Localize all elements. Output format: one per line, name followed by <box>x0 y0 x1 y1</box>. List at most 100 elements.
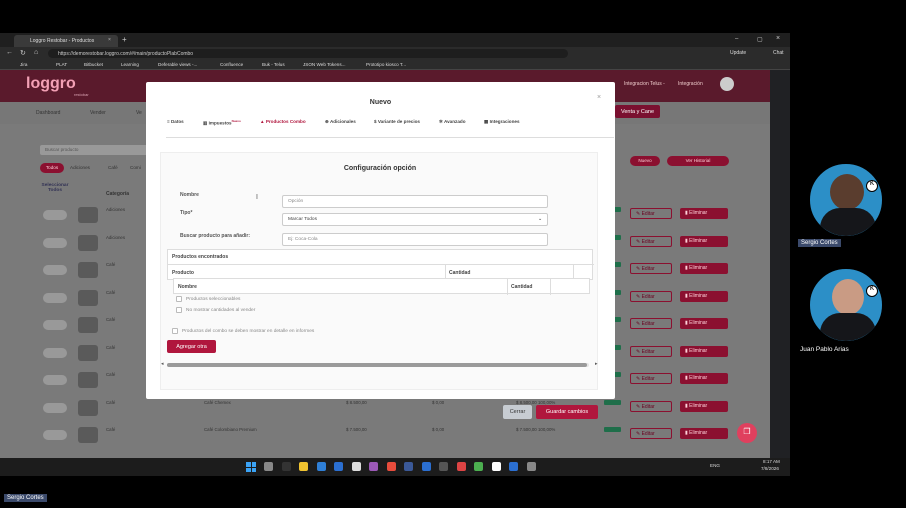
taskbar-app-icon[interactable] <box>421 462 431 471</box>
edit-button[interactable]: ✎ Editar <box>630 428 672 439</box>
maximize-icon[interactable]: ▢ <box>757 36 763 43</box>
selectable-checkbox[interactable] <box>176 296 182 302</box>
row-toggle[interactable] <box>43 237 67 248</box>
edit-button[interactable]: ✎ Editar <box>630 345 672 357</box>
edit-button[interactable]: ✎ Editar <box>630 400 672 412</box>
select-all[interactable]: Seleccionar Todos <box>40 183 70 193</box>
tab-datos[interactable]: ≡ Datos <box>167 119 184 124</box>
tab-productos-combo[interactable]: ▲ Productos Combo <box>260 119 306 124</box>
horizontal-scrollbar[interactable] <box>167 363 589 367</box>
nuevo-button[interactable]: Nuevo <box>630 156 660 166</box>
windows-start-icon[interactable] <box>246 462 256 472</box>
chat-button[interactable]: Chat <box>773 50 784 56</box>
taskbar-app-icon[interactable] <box>509 462 518 471</box>
reload-icon[interactable]: ↻ <box>20 49 26 57</box>
taskbar-app-icon[interactable] <box>386 462 396 471</box>
browser-tab[interactable]: Loggro Restobar - Productos × <box>14 35 118 47</box>
row-toggle[interactable] <box>43 402 67 413</box>
bookmark[interactable]: Learning <box>121 62 139 67</box>
detail-checkbox[interactable] <box>172 328 178 334</box>
nombre-input[interactable]: Opción <box>282 195 548 208</box>
bookmark[interactable]: Jira <box>20 62 27 67</box>
delete-button[interactable]: ▮ Eliminar <box>680 428 728 439</box>
buscar-input[interactable]: Ej: Coca-Cola <box>282 233 548 246</box>
bookmark[interactable]: Deferable views -... <box>158 62 197 67</box>
delete-button[interactable]: ▮ Eliminar <box>680 263 728 274</box>
search-input[interactable]: Buscar producto <box>40 145 150 155</box>
header-link[interactable]: Integracion Telus - <box>624 81 665 87</box>
bookmark[interactable]: Confluence <box>220 62 243 67</box>
taskbar-app-icon[interactable] <box>334 462 343 471</box>
filter-todos[interactable]: Todos <box>40 163 64 173</box>
delete-button[interactable]: ▮ Eliminar <box>680 208 728 219</box>
delete-button[interactable]: ▮ Eliminar <box>680 373 728 384</box>
edit-button[interactable]: ✎ Editar <box>630 208 672 219</box>
url-input[interactable]: https://demorestobar.loggro.com/#/main/p… <box>48 49 568 58</box>
home-icon[interactable]: ⌂ <box>34 49 38 56</box>
taskbar-app-icon[interactable] <box>351 462 361 471</box>
taskbar-app-icon[interactable] <box>316 462 326 471</box>
nav-vender[interactable]: Vender <box>90 110 106 116</box>
bookmark[interactable]: Bitbucket <box>84 62 103 67</box>
bookmark[interactable]: PLAT <box>56 62 67 67</box>
taskbar-app-icon[interactable] <box>456 462 466 471</box>
edit-button[interactable]: ✎ Editar <box>630 263 672 274</box>
row-toggle[interactable] <box>43 430 67 440</box>
filter-cafe[interactable]: Café <box>108 165 118 170</box>
edit-button[interactable]: ✎ Editar <box>630 318 672 329</box>
delete-button[interactable]: ▮ Eliminar <box>680 290 728 302</box>
header-link[interactable]: Integración <box>678 81 703 87</box>
update-button[interactable]: Update <box>730 50 746 56</box>
tab-integraciones[interactable]: ▦ Integraciones <box>484 119 520 125</box>
taskbar-app-icon[interactable] <box>299 462 308 471</box>
minimize-icon[interactable]: – <box>735 36 738 42</box>
taskbar-app-icon[interactable] <box>369 462 378 471</box>
row-toggle[interactable] <box>43 210 67 220</box>
nav-dashboard[interactable]: Dashboard <box>36 110 60 116</box>
filter-adiciones[interactable]: Adiciones <box>70 165 90 170</box>
window-close-icon[interactable]: × <box>776 35 780 42</box>
avatar[interactable] <box>720 77 734 91</box>
row-toggle[interactable] <box>43 375 67 385</box>
bookmark[interactable]: Prototipo kiosco T... <box>366 62 406 67</box>
venta-button[interactable]: Venta y Cane <box>615 105 660 118</box>
tipo-select[interactable]: Marcar Todos ⌄ <box>282 213 548 226</box>
no-qty-checkbox[interactable] <box>176 307 182 313</box>
taskbar-app-icon[interactable] <box>404 462 413 471</box>
chat-bubble-icon[interactable]: ❐ <box>737 423 757 443</box>
taskbar-app-icon[interactable] <box>439 462 448 471</box>
taskbar-app-icon[interactable] <box>526 462 536 471</box>
tab-avanzado[interactable]: ✲ Avanzado <box>439 119 466 125</box>
row-toggle[interactable] <box>43 265 67 275</box>
tab-impuestos[interactable]: ▥ ImpuestosNuevo <box>203 119 241 127</box>
bookmark[interactable]: JSON Web Tokens... <box>303 62 345 67</box>
edit-button[interactable]: ✎ Editar <box>630 290 672 302</box>
row-toggle[interactable] <box>43 320 67 330</box>
filter-comidas[interactable]: Comi <box>130 165 141 170</box>
historial-button[interactable]: Ver Historial <box>667 156 729 166</box>
edit-button[interactable]: ✎ Editar <box>630 373 672 384</box>
close-icon[interactable]: × <box>108 37 111 43</box>
close-icon[interactable]: × <box>597 94 601 101</box>
row-toggle[interactable] <box>43 292 67 303</box>
taskbar-app-icon[interactable] <box>474 462 483 471</box>
add-other-button[interactable]: Agregar otra <box>167 340 216 353</box>
tab-adicionales[interactable]: ⊕ Adicionales <box>325 119 356 125</box>
delete-button[interactable]: ▮ Eliminar <box>680 235 728 247</box>
bookmark[interactable]: Buk - Telus <box>262 62 285 67</box>
back-icon[interactable]: ← <box>6 49 13 56</box>
tab-variante-precios[interactable]: $ Variante de precios <box>374 119 420 124</box>
scroll-right-icon[interactable]: ▸ <box>595 361 598 367</box>
taskbar-app-icon[interactable] <box>491 462 501 471</box>
save-button[interactable]: Guardar cambios <box>536 405 598 419</box>
delete-button[interactable]: ▮ Eliminar <box>680 400 728 412</box>
delete-button[interactable]: ▮ Eliminar <box>680 345 728 357</box>
cancel-button[interactable]: Cerrar <box>503 405 532 419</box>
row-toggle[interactable] <box>43 347 67 358</box>
taskbar-app-icon[interactable] <box>264 462 273 471</box>
scroll-left-icon[interactable]: ◂ <box>161 361 164 367</box>
edit-button[interactable]: ✎ Editar <box>630 235 672 247</box>
new-tab-icon[interactable]: + <box>122 35 127 44</box>
nav-more[interactable]: Ve <box>136 110 142 116</box>
taskbar-app-icon[interactable] <box>281 462 291 471</box>
